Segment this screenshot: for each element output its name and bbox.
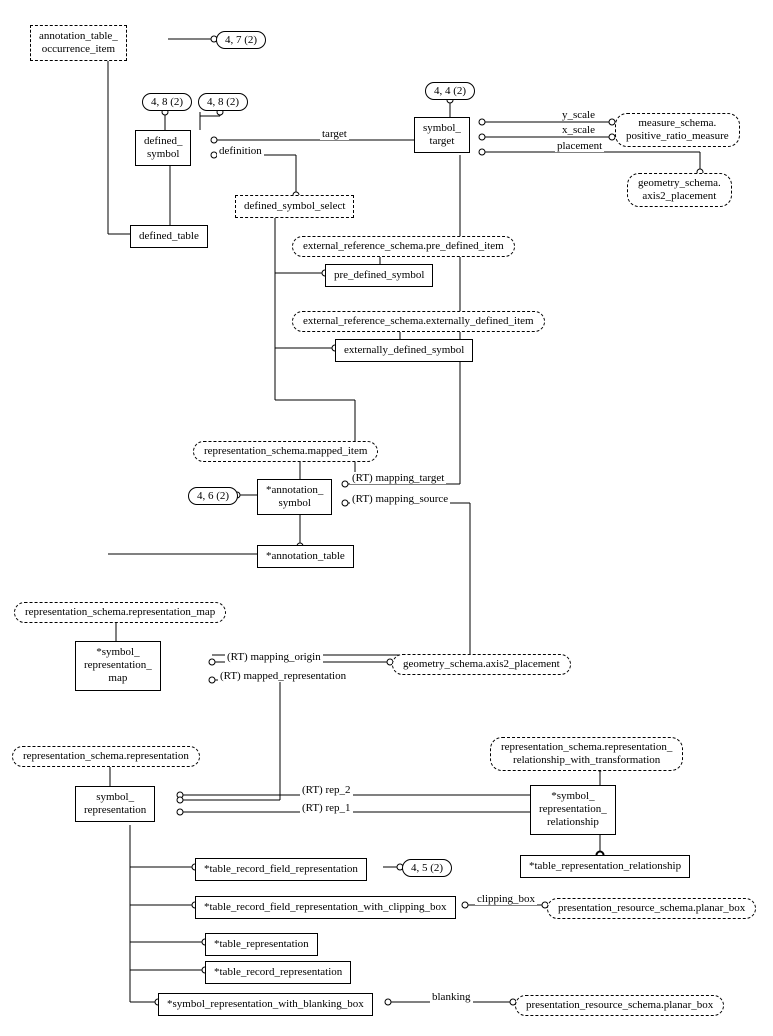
entity-label: pre_defined_symbol <box>334 269 424 281</box>
ref-label: external_reference_schema.externally_def… <box>303 315 534 327</box>
pageref-label: 4, 8 (2) <box>151 96 183 108</box>
diagram-lines <box>0 0 773 1036</box>
label-blanking: blanking <box>430 991 473 1003</box>
ref-presentation-planar-box-a: presentation_resource_schema.planar_box <box>547 898 756 919</box>
entity-label: annotation_table_occurrence_item <box>39 30 118 55</box>
label-text: definition <box>219 145 262 157</box>
label-definition: definition <box>217 145 264 157</box>
label-rt-mapping-origin: (RT) mapping_origin <box>225 651 323 663</box>
ref-representation-mapped-item: representation_schema.mapped_item <box>193 441 378 462</box>
label-x-scale: x_scale <box>560 124 597 136</box>
ref-label: presentation_resource_schema.planar_box <box>558 902 745 914</box>
entity-label: symbol_target <box>423 122 461 147</box>
entity-table-representation: *table_representation <box>205 933 318 956</box>
label-clipping-box: clipping_box <box>475 893 537 905</box>
entity-symbol-representation: symbol_representation <box>75 786 155 822</box>
entity-label: *symbol_representation_relationship <box>539 790 607 828</box>
entity-label: *table_representation <box>214 938 309 950</box>
pageref-4-6-2: 4, 6 (2) <box>188 487 238 505</box>
label-text: blanking <box>432 991 471 1003</box>
ref-label: measure_schema.positive_ratio_measure <box>626 117 729 142</box>
ref-label: representation_schema.representation_map <box>25 606 215 618</box>
label-text: (RT) mapping_origin <box>227 651 321 663</box>
ref-label: external_reference_schema.pre_defined_it… <box>303 240 504 252</box>
label-rt-mapping-source: (RT) mapping_source <box>350 493 450 505</box>
ref-label: presentation_resource_schema.planar_box <box>526 999 713 1011</box>
entity-label: *table_representation_relationship <box>529 860 681 872</box>
entity-externally-defined-symbol: externally_defined_symbol <box>335 339 473 362</box>
label-text: target <box>322 128 347 140</box>
ref-external-pre-defined-item: external_reference_schema.pre_defined_it… <box>292 236 515 257</box>
entity-defined-symbol-select: defined_symbol_select <box>235 195 354 218</box>
pageref-4-8-2b: 4, 8 (2) <box>198 93 248 111</box>
entity-label: externally_defined_symbol <box>344 344 464 356</box>
ref-external-externally-defined-item: external_reference_schema.externally_def… <box>292 311 545 332</box>
label-text: x_scale <box>562 124 595 136</box>
entity-table-record-representation: *table_record_representation <box>205 961 351 984</box>
ref-presentation-planar-box-b: presentation_resource_schema.planar_box <box>515 995 724 1016</box>
label-rt-mapping-target: (RT) mapping_target <box>350 472 446 484</box>
entity-annotation-table-occurrence-item: annotation_table_occurrence_item <box>30 25 127 61</box>
entity-symbol-representation-with-blanking-box: *symbol_representation_with_blanking_box <box>158 993 373 1016</box>
entity-label: defined_table <box>139 230 199 242</box>
entity-label: defined_symbol_select <box>244 200 345 212</box>
pageref-label: 4, 6 (2) <box>197 490 229 502</box>
entity-symbol-representation-relationship: *symbol_representation_relationship <box>530 785 616 835</box>
label-text: (RT) mapped_representation <box>220 670 346 682</box>
ref-representation-representation: representation_schema.representation <box>12 746 200 767</box>
entity-label: *table_record_representation <box>214 966 342 978</box>
entity-defined-symbol: defined_symbol <box>135 130 191 166</box>
entity-label: *table_record_field_representation <box>204 863 358 875</box>
ref-measure-positive-ratio: measure_schema.positive_ratio_measure <box>615 113 740 147</box>
ref-label: geometry_schema.axis2_placement <box>403 658 560 670</box>
entity-label: *table_record_field_representation_with_… <box>204 901 447 913</box>
entity-label: *symbol_representation_map <box>84 646 152 684</box>
entity-label: *symbol_representation_with_blanking_box <box>167 998 364 1010</box>
label-target: target <box>320 128 349 140</box>
entity-table-representation-relationship: *table_representation_relationship <box>520 855 690 878</box>
ref-representation-rel-with-transform: representation_schema.representation_rel… <box>490 737 683 771</box>
entity-table-record-field-representation-with-clipping-box: *table_record_field_representation_with_… <box>195 896 456 919</box>
ref-label: representation_schema.representation_rel… <box>501 741 672 766</box>
entity-label: *annotation_symbol <box>266 484 323 509</box>
label-text: (RT) mapping_target <box>352 472 444 484</box>
label-text: placement <box>557 140 602 152</box>
ref-representation-map: representation_schema.representation_map <box>14 602 226 623</box>
pageref-4-8-2a: 4, 8 (2) <box>142 93 192 111</box>
label-rt-rep-2: (RT) rep_2 <box>300 784 353 796</box>
entity-label: symbol_representation <box>84 791 146 816</box>
pageref-4-4-2: 4, 4 (2) <box>425 82 475 100</box>
label-text: (RT) rep_2 <box>302 784 351 796</box>
entity-label: *annotation_table <box>266 550 345 562</box>
label-text: y_scale <box>562 109 595 121</box>
entity-annotation-symbol: *annotation_symbol <box>257 479 332 515</box>
ref-label: representation_schema.mapped_item <box>204 445 367 457</box>
pageref-4-7-2: 4, 7 (2) <box>216 31 266 49</box>
ref-geometry-axis2-b: geometry_schema.axis2_placement <box>392 654 571 675</box>
label-rt-mapped-representation: (RT) mapped_representation <box>218 670 348 682</box>
ref-label: geometry_schema.axis2_placement <box>638 177 721 202</box>
pageref-label: 4, 7 (2) <box>225 34 257 46</box>
entity-defined-table: defined_table <box>130 225 208 248</box>
pageref-label: 4, 8 (2) <box>207 96 239 108</box>
entity-pre-defined-symbol: pre_defined_symbol <box>325 264 433 287</box>
entity-label: defined_symbol <box>144 135 182 160</box>
label-rt-rep-1: (RT) rep_1 <box>300 802 353 814</box>
entity-annotation-table: *annotation_table <box>257 545 354 568</box>
entity-symbol-representation-map: *symbol_representation_map <box>75 641 161 691</box>
label-placement: placement <box>555 140 604 152</box>
label-text: (RT) rep_1 <box>302 802 351 814</box>
entity-table-record-field-representation: *table_record_field_representation <box>195 858 367 881</box>
pageref-label: 4, 5 (2) <box>411 862 443 874</box>
pageref-4-5-2: 4, 5 (2) <box>402 859 452 877</box>
label-y-scale: y_scale <box>560 109 597 121</box>
ref-geometry-axis2-a: geometry_schema.axis2_placement <box>627 173 732 207</box>
entity-symbol-target: symbol_target <box>414 117 470 153</box>
label-text: clipping_box <box>477 893 535 905</box>
pageref-label: 4, 4 (2) <box>434 85 466 97</box>
ref-label: representation_schema.representation <box>23 750 189 762</box>
label-text: (RT) mapping_source <box>352 493 448 505</box>
